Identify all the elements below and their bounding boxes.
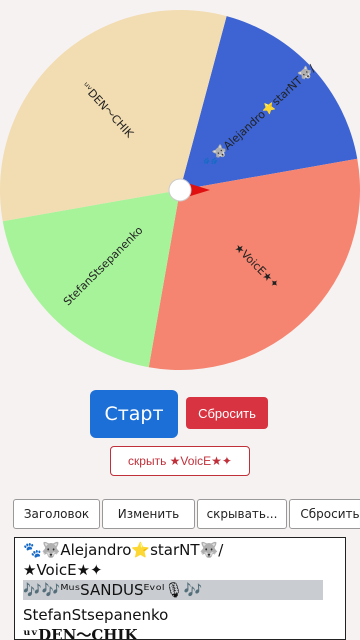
- wheel-container[interactable]: 🐾🐺Alejandro⭐starNT🐺/★VoicE★✦ StefanStsepa…: [0, 0, 360, 380]
- editor-line: 🐾🐺Alejandro⭐starNT🐺/: [23, 541, 224, 559]
- hide-options-button[interactable]: скрывать...: [197, 499, 287, 529]
- reset-list-button[interactable]: Сбросить: [289, 499, 360, 529]
- editor-line: StefanStsepanenko: [23, 606, 169, 624]
- names-editor[interactable]: 🐾🐺Alejandro⭐starNT🐺/ ★VoicE★✦ 🎶🎶ᴹᵘˢSANDU…: [14, 537, 346, 640]
- start-button[interactable]: Старт: [90, 390, 178, 438]
- title-button[interactable]: Заголовок: [13, 499, 100, 529]
- editor-line: ᵘᵛDEN〜CHIK: [23, 626, 138, 640]
- edit-button[interactable]: Изменить: [102, 499, 195, 529]
- wheel-hub: [168, 178, 192, 202]
- spin-wheel[interactable]: 🐾🐺Alejandro⭐starNT🐺/★VoicE★✦StefanStsepa…: [0, 0, 360, 380]
- hide-winner-button[interactable]: скрыть ★VoicE★✦: [110, 446, 250, 476]
- editor-line: ★VoicE★✦: [23, 561, 103, 579]
- reset-button[interactable]: Сбросить: [186, 397, 268, 429]
- editor-line-highlighted: 🎶🎶ᴹᵘˢSANDUSᴱᵛᵒˡ🎙🎶: [23, 580, 323, 600]
